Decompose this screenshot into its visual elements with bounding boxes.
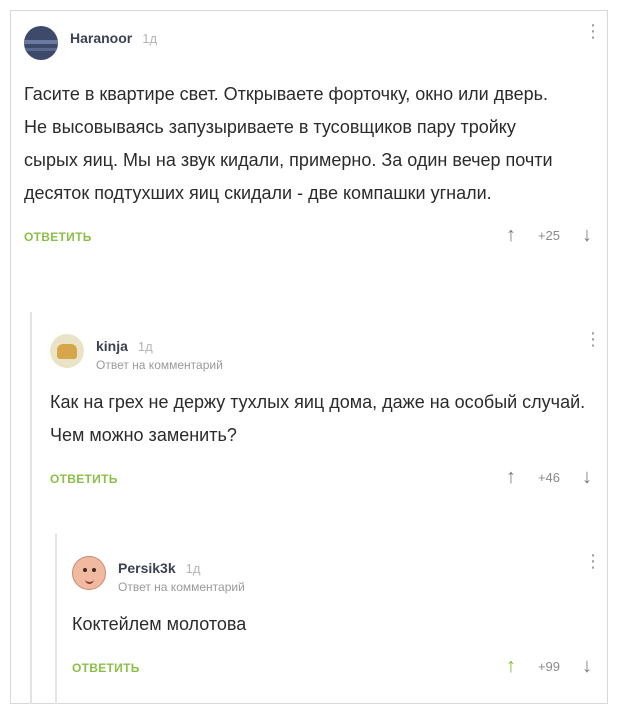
comment-text: Как на грех не держу тухлых яиц дома, да… (50, 392, 586, 445)
comment-text: Коктейлем молотова (72, 614, 247, 634)
comment-time: 1д (137, 339, 153, 354)
avatar[interactable] (72, 556, 106, 590)
vote-score: +99 (537, 659, 560, 674)
comment-actions: ОТВЕТИТЬ ↑ +25 ↓ (24, 224, 600, 254)
upvote-icon[interactable]: ↑ (506, 224, 516, 247)
upvote-icon[interactable]: ↑ (506, 655, 516, 678)
comment-text: Гасите в квартире свет. Открываете форто… (24, 84, 553, 203)
reply-button[interactable]: ОТВЕТИТЬ (24, 230, 92, 244)
more-menu-icon[interactable]: ⋮ (584, 22, 602, 40)
comment: Haranoor 1д ⋮ Гасите в квартире свет. Отк… (24, 22, 602, 254)
reply-button[interactable]: ОТВЕТИТЬ (72, 661, 140, 675)
comment-header: Persik3k 1д Ответ на комментарий ⋮ (72, 552, 602, 594)
comment-actions: ОТВЕТИТЬ ↑ +46 ↓ (50, 466, 600, 496)
thread-line (55, 534, 57, 704)
comment-header: Haranoor 1д ⋮ (24, 22, 602, 62)
downvote-icon[interactable]: ↓ (582, 655, 592, 678)
thread-line (30, 312, 32, 704)
avatar[interactable] (50, 334, 84, 368)
reply-to-link[interactable]: Ответ на комментарий (118, 580, 245, 594)
upvote-icon[interactable]: ↑ (506, 466, 516, 489)
downvote-icon[interactable]: ↓ (582, 224, 592, 247)
username[interactable]: kinja 1д (96, 338, 153, 354)
downvote-icon[interactable]: ↓ (582, 466, 592, 489)
reply-button[interactable]: ОТВЕТИТЬ (50, 472, 118, 486)
vote-controls: ↑ +99 ↓ (506, 655, 592, 678)
comment-time: 1д (142, 31, 158, 46)
comment-time: 1д (185, 561, 201, 576)
more-menu-icon[interactable]: ⋮ (584, 330, 602, 348)
comment: Persik3k 1д Ответ на комментарий ⋮ Коктей… (72, 552, 602, 685)
reply-to-link[interactable]: Ответ на комментарий (96, 358, 223, 372)
comment-actions: ОТВЕТИТЬ ↑ +99 ↓ (72, 655, 600, 685)
vote-score: +25 (537, 228, 560, 243)
comment-header: kinja 1д Ответ на комментарий ⋮ (50, 330, 602, 372)
vote-score: +46 (537, 470, 560, 485)
comment: kinja 1д Ответ на комментарий ⋮ Как на гр… (50, 330, 602, 496)
vote-controls: ↑ +46 ↓ (506, 466, 592, 489)
username[interactable]: Haranoor 1д (70, 30, 157, 46)
more-menu-icon[interactable]: ⋮ (584, 552, 602, 570)
vote-controls: ↑ +25 ↓ (506, 224, 592, 247)
username[interactable]: Persik3k 1д (118, 560, 200, 576)
avatar[interactable] (24, 26, 58, 60)
